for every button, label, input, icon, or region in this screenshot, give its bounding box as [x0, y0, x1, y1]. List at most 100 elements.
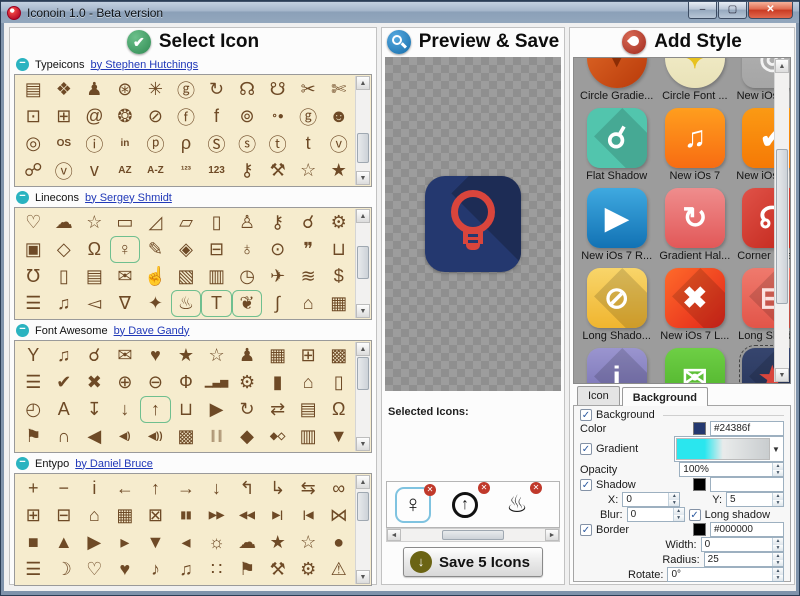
icon-cell[interactable]: ⊔: [171, 396, 202, 423]
icon-cell[interactable]: ◿: [140, 209, 171, 236]
icon-cell[interactable]: ▥: [293, 423, 324, 450]
category-author-link[interactable]: by Daniel Bruce: [75, 458, 153, 470]
style-item[interactable]: ☌Flat Shadow: [580, 108, 653, 182]
icon-cell[interactable]: ←: [110, 475, 141, 502]
icon-cell[interactable]: ⚠: [323, 556, 354, 583]
icon-cell[interactable]: ▤: [18, 76, 49, 103]
style-tile[interactable]: ✖: [665, 268, 725, 328]
style-item[interactable]: ✉: [659, 348, 730, 384]
icon-cell[interactable]: ★: [171, 342, 202, 369]
icon-cell[interactable]: ♥: [110, 556, 141, 583]
icon-cell[interactable]: ↻: [201, 76, 232, 103]
icon-cell[interactable]: ✈: [262, 263, 293, 290]
icon-cell[interactable]: ◈: [171, 236, 202, 263]
icon-cell[interactable]: ♪: [140, 556, 171, 583]
gradient-checkbox[interactable]: ✓: [580, 443, 592, 455]
icon-cell[interactable]: ♙: [232, 209, 263, 236]
icon-cell[interactable]: ⊘: [140, 103, 171, 130]
icon-cell[interactable]: ↓: [110, 396, 141, 423]
icon-cell[interactable]: ∘●: [262, 103, 293, 130]
icon-cell[interactable]: ♡: [79, 556, 110, 583]
icon-cell[interactable]: ⊠: [140, 502, 171, 529]
icon-cell[interactable]: ♟: [232, 342, 263, 369]
border-checkbox[interactable]: ✓: [580, 524, 592, 536]
icon-cell[interactable]: ¹²³: [171, 157, 202, 184]
scroll-down-arrow[interactable]: ▼: [356, 570, 370, 584]
style-item[interactable]: ↻Gradient Hal...: [659, 188, 730, 262]
icon-cell[interactable]: ⓢ: [232, 130, 263, 157]
icon-cell[interactable]: ▤: [293, 396, 324, 423]
icon-cell[interactable]: ☆: [79, 209, 110, 236]
icon-cell[interactable]: ℧: [18, 263, 49, 290]
icon-cell[interactable]: ☰: [18, 290, 49, 317]
icon-cell[interactable]: ❂: [110, 103, 141, 130]
icon-cell[interactable]: ◎: [18, 130, 49, 157]
selected-icon-lightbulb[interactable]: ♀✕: [395, 487, 431, 523]
style-item[interactable]: i: [580, 348, 653, 384]
icon-cell[interactable]: ⊞: [49, 103, 80, 130]
icon-cell[interactable]: ☼: [201, 529, 232, 556]
icon-cell[interactable]: ✉: [110, 342, 141, 369]
minimize-button[interactable]: –: [688, 2, 717, 19]
icon-cell[interactable]: ✦: [140, 290, 171, 317]
icon-cell[interactable]: ⚙: [232, 369, 263, 396]
scroll-left-arrow[interactable]: ◄: [387, 529, 401, 541]
icon-cell[interactable]: ♨: [171, 290, 202, 317]
style-tile[interactable]: i: [587, 348, 647, 384]
icon-cell[interactable]: ↑: [140, 475, 171, 502]
icon-cell[interactable]: ▯: [49, 263, 80, 290]
icon-cell[interactable]: ▯: [201, 209, 232, 236]
icon-cell[interactable]: +: [18, 475, 49, 502]
icon-cell[interactable]: ✂: [293, 76, 324, 103]
selected-icon-arrow-up-circle[interactable]: ↑✕: [447, 487, 483, 523]
scroll-up-arrow[interactable]: ▲: [356, 342, 370, 356]
icon-cell[interactable]: ☝: [140, 263, 171, 290]
collapse-minus-button[interactable]: −: [16, 457, 29, 470]
icon-cell[interactable]: Y: [18, 342, 49, 369]
icon-cell[interactable]: ⓟ: [140, 130, 171, 157]
icon-cell[interactable]: ↓: [201, 475, 232, 502]
category-author-link[interactable]: by Stephen Hutchings: [91, 59, 199, 71]
icon-cell[interactable]: ⌂: [293, 369, 324, 396]
icon-cell[interactable]: ⓕ: [171, 103, 202, 130]
icon-cell[interactable]: ▥: [201, 263, 232, 290]
icon-cell[interactable]: i: [79, 475, 110, 502]
category-author-link[interactable]: by Dave Gandy: [114, 325, 190, 337]
icon-cell[interactable]: ❦: [232, 290, 263, 317]
category-author-link[interactable]: by Sergey Shmidt: [85, 192, 172, 204]
shadow-x-spinner[interactable]: 0 ▲▼: [622, 492, 680, 507]
border-color-input[interactable]: #000000: [710, 522, 784, 537]
icon-cell[interactable]: ☁: [49, 209, 80, 236]
style-item[interactable]: ✖New iOs 7 L...: [659, 268, 730, 342]
icon-cell[interactable]: f: [201, 103, 232, 130]
icon-cell[interactable]: ◀)): [140, 423, 171, 450]
vertical-scrollbar[interactable]: ▲▼: [355, 209, 370, 318]
icon-cell[interactable]: ☊: [232, 76, 263, 103]
icon-cell[interactable]: ☌: [79, 342, 110, 369]
icon-cell[interactable]: ▭: [110, 209, 141, 236]
icon-cell[interactable]: ❖: [49, 76, 80, 103]
icon-cell[interactable]: ▩: [323, 342, 354, 369]
icon-cell[interactable]: ↑: [140, 396, 171, 423]
rotate-spinner[interactable]: 0° ▲▼: [667, 567, 784, 582]
icon-cell[interactable]: ☁: [232, 529, 263, 556]
icon-cell[interactable]: ▮▮: [171, 502, 202, 529]
icon-cell[interactable]: @: [79, 103, 110, 130]
icon-cell[interactable]: A-Z: [140, 157, 171, 184]
icon-cell[interactable]: ◆: [232, 423, 263, 450]
remove-icon-badge[interactable]: ✕: [530, 482, 542, 494]
close-button[interactable]: ✕: [748, 2, 793, 19]
scroll-right-arrow[interactable]: ►: [545, 529, 559, 541]
icon-cell[interactable]: T: [201, 290, 232, 317]
icon-cell[interactable]: ▶▶: [201, 502, 232, 529]
icon-cell[interactable]: $: [323, 263, 354, 290]
icon-cell[interactable]: ║║: [201, 423, 232, 450]
icon-cell[interactable]: ⊕: [110, 369, 141, 396]
icon-cell[interactable]: ↳: [262, 475, 293, 502]
icon-cell[interactable]: ▁▃▅: [201, 369, 232, 396]
icon-cell[interactable]: ⊔: [323, 236, 354, 263]
icon-cell[interactable]: ▶|: [262, 502, 293, 529]
scroll-up-arrow[interactable]: ▲: [356, 76, 370, 90]
icon-cell[interactable]: ◷: [232, 263, 263, 290]
icon-cell[interactable]: Ⓢ: [201, 130, 232, 157]
